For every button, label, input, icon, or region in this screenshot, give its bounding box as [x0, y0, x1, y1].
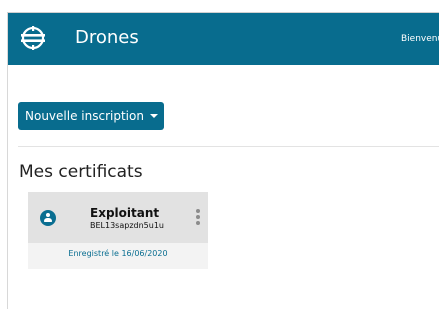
app-title[interactable]: Drones — [75, 27, 139, 49]
navbar: Drones Bienvenu — [8, 13, 439, 65]
certificate-registration-date: Enregistré le 16/06/2020 — [68, 249, 168, 258]
new-registration-button[interactable]: Nouvelle inscription — [18, 102, 164, 130]
drone-logo-icon[interactable] — [20, 25, 46, 51]
certificate-type: Exploitant — [90, 206, 160, 220]
caret-down-icon — [149, 113, 158, 118]
certificate-card-header: Exploitant BEL13sapzdn5u1u — [28, 192, 208, 243]
section-title: Mes certificats — [19, 162, 143, 182]
kebab-menu-icon[interactable] — [195, 209, 201, 227]
certificate-id: BEL13sapzdn5u1u — [90, 221, 164, 230]
divider — [18, 146, 439, 147]
new-registration-label: Nouvelle inscription — [25, 109, 144, 123]
page: Drones Bienvenu Nouvelle inscription Mes… — [7, 13, 439, 309]
certificate-card[interactable]: Exploitant BEL13sapzdn5u1u Enregistré le… — [28, 192, 208, 269]
welcome-text: Bienvenu — [401, 34, 439, 44]
user-icon — [40, 210, 56, 226]
